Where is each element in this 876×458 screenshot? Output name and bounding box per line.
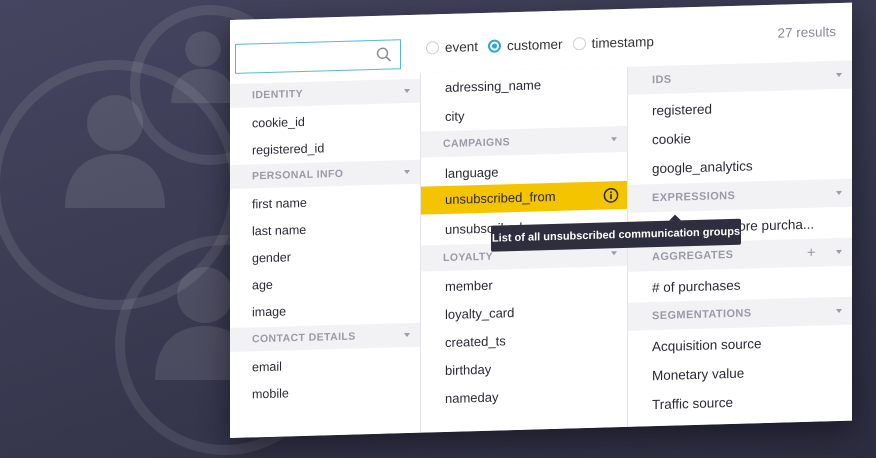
- section-header-campaigns[interactable]: CAMPAIGNS: [421, 125, 627, 158]
- background-person-icon: [171, 31, 235, 104]
- chevron-down-icon[interactable]: [404, 332, 410, 338]
- chevron-down-icon[interactable]: [404, 169, 410, 175]
- attribute-picker-panel: event customer timestamp 27 results IDEN…: [230, 2, 852, 438]
- list-item[interactable]: member: [445, 278, 493, 294]
- list-item[interactable]: google_analytics: [652, 158, 753, 176]
- list-item[interactable]: registered: [652, 102, 712, 119]
- chevron-down-icon[interactable]: [836, 190, 842, 196]
- section-header-ids[interactable]: IDS: [628, 60, 852, 95]
- radio-button[interactable]: [572, 37, 586, 51]
- section-header-label: SEGMENTATIONS: [652, 307, 752, 323]
- list-item[interactable]: image: [252, 304, 286, 319]
- list-item[interactable]: city: [445, 108, 465, 124]
- list-item[interactable]: created_ts: [445, 333, 506, 350]
- radio-button[interactable]: [426, 41, 439, 55]
- filter-option-timestamp[interactable]: timestamp: [572, 34, 654, 51]
- section-header-contact-details[interactable]: CONTACT DETAILS: [230, 322, 420, 352]
- list-item[interactable]: mobile: [252, 386, 289, 401]
- section-header-segmentations[interactable]: SEGMENTATIONS: [628, 296, 852, 331]
- chevron-down-icon[interactable]: [611, 137, 617, 142]
- chevron-down-icon[interactable]: [404, 88, 410, 94]
- section-header-label: EXPRESSIONS: [652, 189, 736, 205]
- list-item[interactable]: Monetary value: [652, 366, 744, 384]
- type-filter: event customer timestamp: [426, 34, 664, 56]
- list-item[interactable]: language: [445, 165, 499, 181]
- section-header-identity[interactable]: IDENTITY: [230, 78, 420, 108]
- filter-option-label: timestamp: [591, 34, 654, 51]
- filter-option-customer[interactable]: customer: [488, 37, 563, 54]
- list-item[interactable]: adressing_name: [445, 77, 541, 95]
- list-item[interactable]: Traffic source: [652, 395, 733, 412]
- list-item[interactable]: gender: [252, 250, 291, 265]
- list-item[interactable]: nameday: [445, 390, 498, 406]
- list-item[interactable]: birthday: [445, 362, 491, 378]
- list-item[interactable]: loyalty_card: [445, 305, 514, 322]
- section-header-label: CONTACT DETAILS: [252, 330, 356, 346]
- section-header-personal-info[interactable]: PERSONAL INFO: [230, 159, 420, 189]
- chevron-down-icon[interactable]: [611, 251, 617, 256]
- list-item[interactable]: last name: [252, 223, 306, 239]
- filter-option-label: customer: [507, 36, 563, 54]
- list-item[interactable]: age: [252, 278, 273, 293]
- list-item[interactable]: cookie: [652, 131, 691, 147]
- chevron-down-icon[interactable]: [836, 249, 842, 255]
- section-header-label: AGGREGATES: [652, 248, 734, 264]
- search-input[interactable]: [235, 39, 401, 74]
- list-item[interactable]: # of purchases: [652, 278, 741, 295]
- plus-icon[interactable]: +: [807, 244, 816, 261]
- section-header-label: IDENTITY: [252, 87, 304, 102]
- search-icon[interactable]: [376, 46, 392, 62]
- list-item[interactable]: first name: [252, 196, 307, 212]
- list-item[interactable]: email: [252, 360, 282, 375]
- section-header-expressions[interactable]: EXPRESSIONS: [628, 178, 852, 213]
- selected-item-label: unsubscribed_from: [445, 188, 556, 207]
- section-header-label: LOYALTY: [443, 250, 494, 265]
- filter-option-event[interactable]: event: [426, 39, 478, 55]
- results-count: 27 results: [777, 24, 836, 41]
- list-item[interactable]: cookie_id: [252, 115, 305, 130]
- selected-list-item[interactable]: unsubscribed_from: [421, 180, 627, 215]
- section-header-label: IDS: [652, 73, 672, 87]
- list-item[interactable]: registered_id: [252, 141, 324, 157]
- background-person-icon: [65, 95, 165, 208]
- section-header-label: CAMPAIGNS: [443, 136, 510, 151]
- list-item[interactable]: Acquisition source: [652, 336, 762, 354]
- info-icon[interactable]: [603, 187, 619, 203]
- radio-button-selected[interactable]: [488, 39, 502, 53]
- filter-option-label: event: [445, 39, 479, 55]
- attributes-column-1: IDENTITY cookie_id registered_id PERSONA…: [230, 72, 421, 438]
- chevron-down-icon[interactable]: [836, 308, 842, 314]
- chevron-down-icon[interactable]: [836, 72, 842, 78]
- section-header-label: PERSONAL INFO: [252, 167, 344, 183]
